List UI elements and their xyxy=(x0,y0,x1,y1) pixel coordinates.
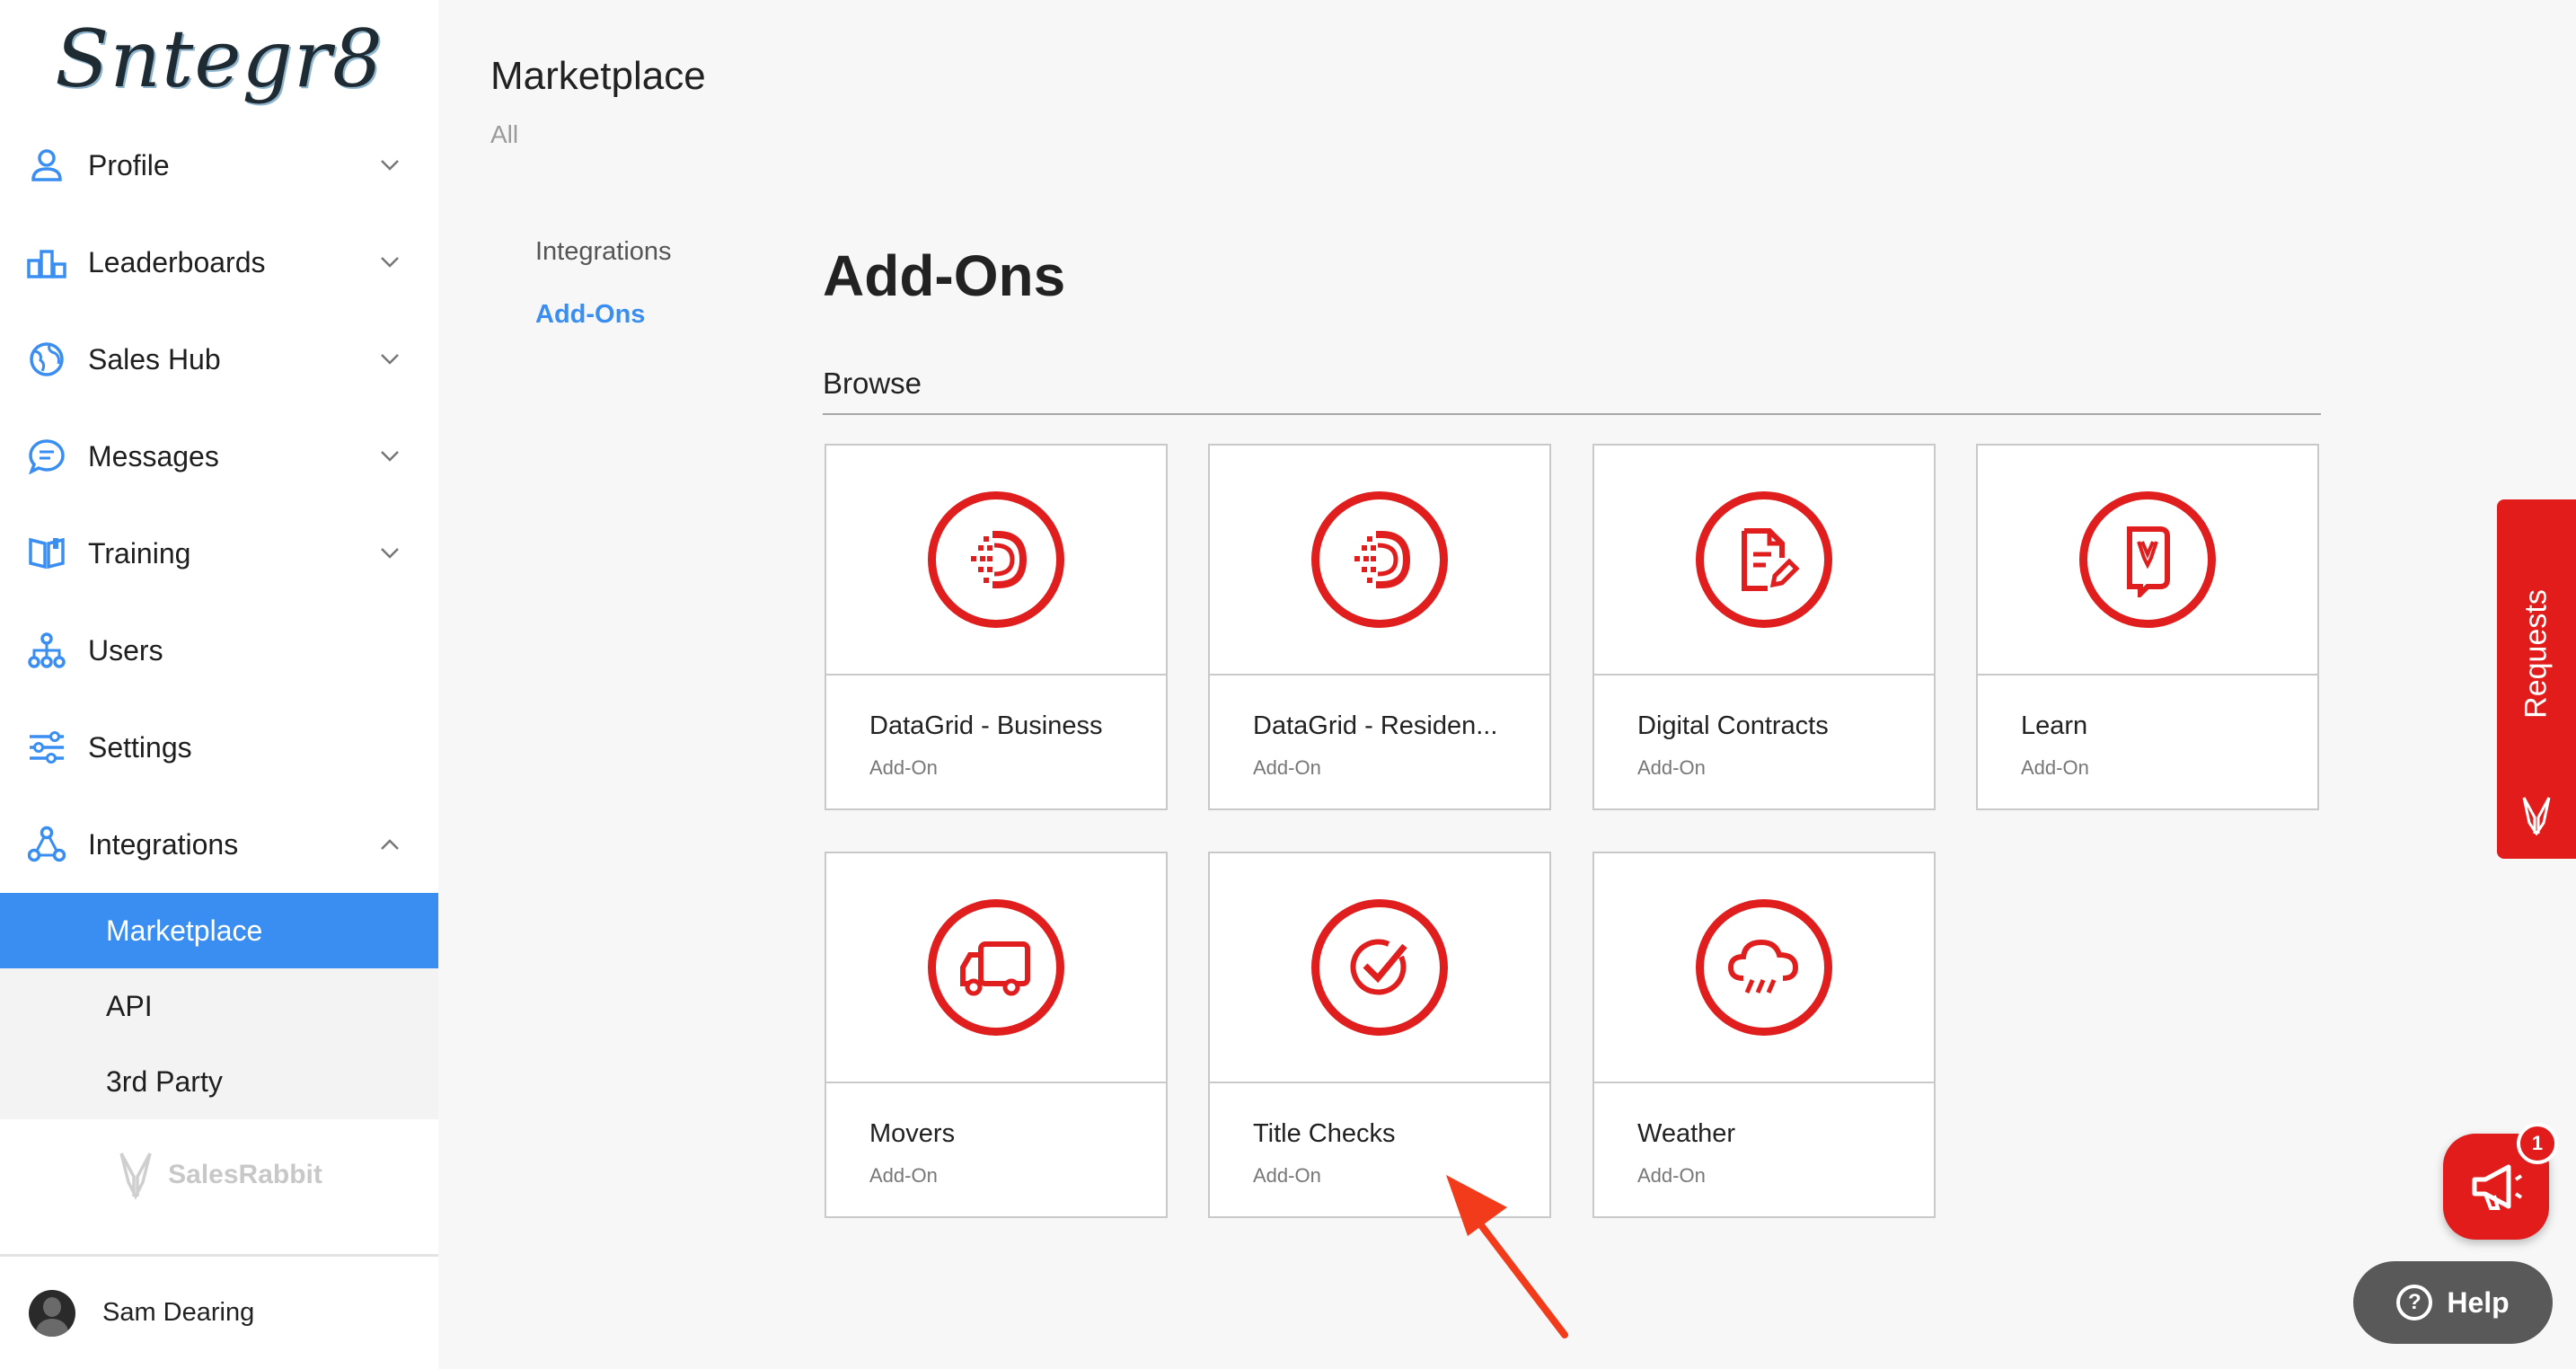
sidebar-item-label: Profile xyxy=(88,148,170,181)
rabbit-logo-icon xyxy=(2522,797,2551,835)
addon-card-digital-contracts[interactable]: Digital Contracts Add-On xyxy=(1592,444,1936,810)
browse-label: Browse xyxy=(823,367,922,400)
globe-icon xyxy=(27,340,66,379)
subnav-integrations[interactable]: Integrations xyxy=(535,235,672,298)
powered-by-brand: SalesRabbit xyxy=(0,1121,438,1229)
notification-badge: 1 xyxy=(2517,1123,2558,1164)
card-title: Learn xyxy=(2021,711,2088,740)
sidebar-subitem-api[interactable]: API xyxy=(0,968,438,1044)
datagrid-icon xyxy=(1311,491,1448,628)
card-icon-area xyxy=(826,446,1166,676)
card-type: Add-On xyxy=(869,756,938,779)
card-icon-area xyxy=(1210,853,1549,1083)
sidebar-item-label: Messages xyxy=(88,439,219,473)
sidebar-item-messages[interactable]: Messages xyxy=(0,408,438,505)
subnav-add-ons[interactable]: Add-Ons xyxy=(535,298,672,361)
addon-card-datagrid-business[interactable]: DataGrid - Business Add-On xyxy=(825,444,1168,810)
card-type: Add-On xyxy=(869,1164,938,1187)
user-icon xyxy=(27,146,66,185)
learn-book-icon xyxy=(2079,491,2216,628)
sidebar-item-label: Integrations xyxy=(88,827,239,861)
sidebar-item-label: Training xyxy=(88,536,191,570)
chevron-down-icon xyxy=(377,153,402,178)
sidebar-item-label: Sales Hub xyxy=(88,342,221,375)
card-icon-area xyxy=(1978,446,2317,676)
help-label: Help xyxy=(2447,1285,2510,1319)
addon-card-title-checks[interactable]: Title Checks Add-On xyxy=(1208,852,1551,1218)
chevron-up-icon xyxy=(377,832,402,857)
chevron-down-icon xyxy=(377,250,402,275)
sidebar-item-label: Users xyxy=(88,633,163,667)
card-icon-area xyxy=(1210,446,1549,676)
app-logo[interactable]: Sntegr8 xyxy=(0,13,438,105)
org-chart-icon xyxy=(27,631,66,670)
sidebar-item-integrations[interactable]: Integrations xyxy=(0,796,438,893)
sidebar: Sntegr8 Profile Leaderboards Sales Hub M… xyxy=(0,0,438,1369)
card-type: Add-On xyxy=(1253,756,1321,779)
card-type: Add-On xyxy=(1637,756,1706,779)
sidebar-subitem-marketplace[interactable]: Marketplace xyxy=(0,893,438,968)
card-icon-area xyxy=(1594,853,1934,1083)
addon-card-learn[interactable]: Learn Add-On xyxy=(1976,444,2319,810)
addon-card-movers[interactable]: Movers Add-On xyxy=(825,852,1168,1218)
sidebar-item-label: Leaderboards xyxy=(88,245,266,278)
page-title: Marketplace xyxy=(490,54,706,98)
sidebar-item-profile[interactable]: Profile xyxy=(0,117,438,214)
chat-icon xyxy=(27,437,66,476)
marketplace-subnav: Integrations Add-Ons xyxy=(535,235,672,361)
sidebar-item-users[interactable]: Users xyxy=(0,602,438,699)
sidebar-subitem-3rd-party[interactable]: 3rd Party xyxy=(0,1044,438,1119)
card-type: Add-On xyxy=(1637,1164,1706,1187)
integrations-submenu: Marketplace API 3rd Party xyxy=(0,893,438,1119)
card-title: Movers xyxy=(869,1119,956,1148)
chevron-down-icon xyxy=(377,347,402,372)
user-name: Sam Dearing xyxy=(102,1298,255,1327)
sidebar-item-settings[interactable]: Settings xyxy=(0,699,438,796)
section-title: Add-Ons xyxy=(823,243,1066,308)
rabbit-logo-icon xyxy=(119,1153,152,1200)
card-title: Weather xyxy=(1637,1119,1736,1148)
sidebar-nav: Profile Leaderboards Sales Hub Messages xyxy=(0,117,438,1119)
book-icon xyxy=(27,534,66,573)
avatar[interactable] xyxy=(29,1289,75,1337)
sidebar-item-label: Settings xyxy=(88,730,192,764)
addon-card-weather[interactable]: Weather Add-On xyxy=(1592,852,1936,1218)
truck-icon xyxy=(928,899,1064,1036)
divider xyxy=(823,413,2321,415)
annotation-arrow-icon xyxy=(1446,1175,1568,1338)
card-title: Title Checks xyxy=(1253,1119,1396,1148)
document-edit-icon xyxy=(1696,491,1832,628)
cloud-rain-icon xyxy=(1696,899,1832,1036)
sidebar-item-training[interactable]: Training xyxy=(0,505,438,602)
checkmark-icon xyxy=(1311,899,1448,1036)
card-icon-area xyxy=(826,853,1166,1083)
brand-name: SalesRabbit xyxy=(168,1160,322,1189)
network-icon xyxy=(27,825,66,864)
requests-label: Requests xyxy=(2519,589,2554,719)
datagrid-icon xyxy=(928,491,1064,628)
requests-tab[interactable]: Requests xyxy=(2497,499,2576,859)
card-type: Add-On xyxy=(2021,756,2089,779)
card-icon-area xyxy=(1594,446,1934,676)
sliders-icon xyxy=(27,728,66,767)
sidebar-item-sales-hub[interactable]: Sales Hub xyxy=(0,311,438,408)
card-title: Digital Contracts xyxy=(1637,711,1829,740)
breadcrumb[interactable]: All xyxy=(490,120,518,149)
help-button[interactable]: ? Help xyxy=(2353,1261,2553,1344)
question-icon: ? xyxy=(2396,1285,2433,1320)
user-profile-bar[interactable]: Sam Dearing xyxy=(0,1254,438,1369)
addon-card-datagrid-residential[interactable]: DataGrid - Residen... Add-On xyxy=(1208,444,1551,810)
megaphone-icon xyxy=(2472,1164,2523,1210)
card-title: DataGrid - Business xyxy=(869,711,1103,740)
card-type: Add-On xyxy=(1253,1164,1321,1187)
chevron-down-icon xyxy=(377,541,402,566)
chevron-down-icon xyxy=(377,444,402,469)
podium-icon xyxy=(27,243,66,282)
sidebar-item-leaderboards[interactable]: Leaderboards xyxy=(0,214,438,311)
card-title: DataGrid - Residen... xyxy=(1253,711,1498,740)
